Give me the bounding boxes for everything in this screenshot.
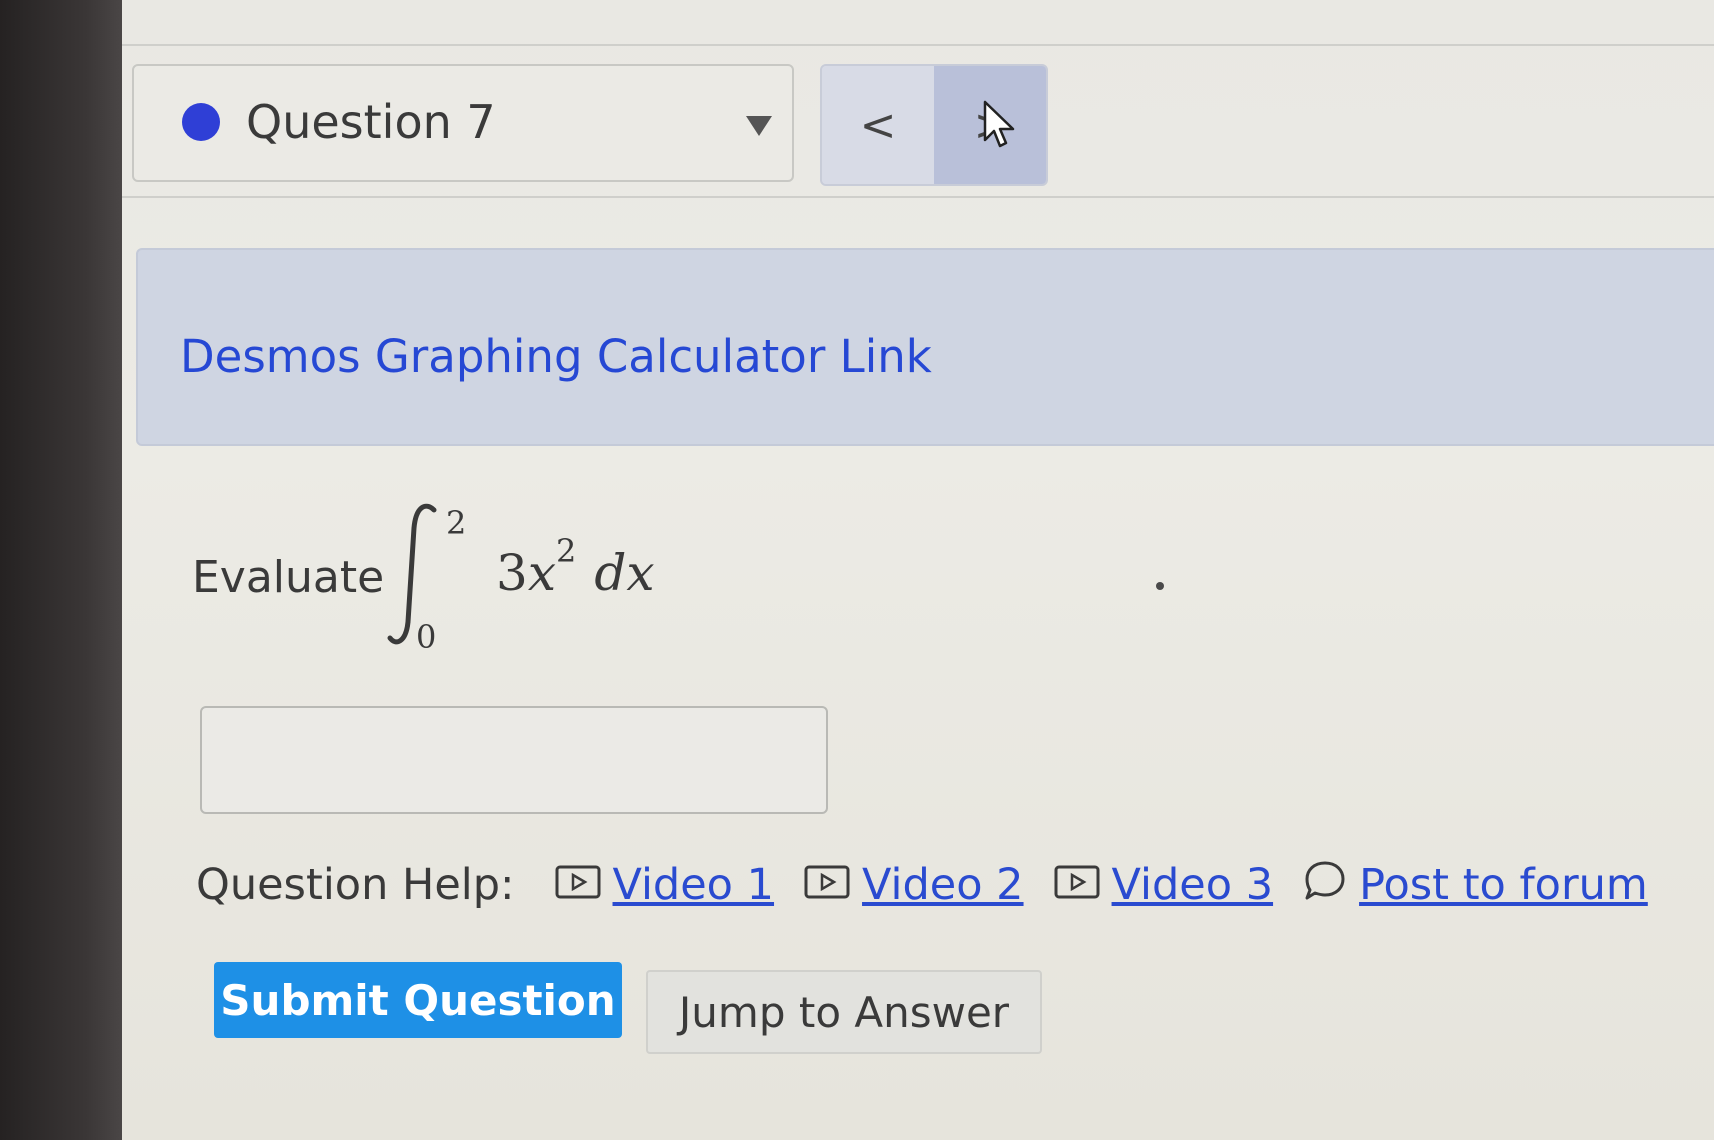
question-status-dot [182, 103, 220, 141]
speech-bubble-icon [1303, 859, 1347, 912]
integral-lower-limit: 0 [416, 618, 437, 656]
question-selector-label: Question 7 [246, 95, 496, 149]
jump-to-answer-button[interactable]: Jump to Answer [646, 970, 1042, 1054]
integrand: 3x2 dx [496, 532, 655, 602]
chevron-left-icon: < [859, 99, 897, 151]
help-video-3-link[interactable]: Video 3 [1054, 860, 1274, 910]
previous-question-button[interactable]: < [822, 66, 934, 184]
help-video-2-link[interactable]: Video 2 [804, 860, 1024, 910]
video-icon [804, 860, 850, 910]
submit-question-button[interactable]: Submit Question [214, 962, 622, 1038]
post-to-forum-link[interactable]: Post to forum [1303, 859, 1648, 912]
post-to-forum-label: Post to forum [1359, 860, 1648, 910]
integral-differential: dx [594, 544, 655, 602]
integral-upper-limit: 2 [446, 504, 467, 542]
nav-divider [122, 196, 1714, 198]
top-divider [122, 44, 1714, 46]
question-nav-buttons: < > [820, 64, 1048, 186]
desmos-calculator-link[interactable]: Desmos Graphing Calculator Link [180, 330, 932, 383]
question-help-label: Question Help: [196, 860, 515, 910]
mouse-pointer-icon [983, 100, 1015, 148]
integrand-coefficient: 3 [496, 544, 528, 602]
help-video-1-link[interactable]: Video 1 [555, 860, 775, 910]
screen-speck [1156, 582, 1164, 590]
assessment-page: Question 7 < > Desmos Graphing Calculato… [122, 0, 1714, 1140]
integral-expression: 2 0 3x2 dx [386, 500, 786, 660]
video-icon [1054, 860, 1100, 910]
resource-panel: Desmos Graphing Calculator Link [136, 248, 1714, 446]
next-question-button[interactable]: > [934, 66, 1046, 184]
help-video-1-label: Video 1 [612, 860, 775, 910]
video-icon [555, 860, 601, 910]
integrand-variable: x [527, 544, 557, 602]
problem-prompt: Evaluate [192, 552, 385, 603]
chevron-down-icon [746, 116, 772, 136]
question-help-row: Question Help: Video 1 Video 2 Video 3 P… [196, 850, 1678, 920]
help-video-2-label: Video 2 [862, 860, 1024, 910]
help-video-3-label: Video 3 [1111, 860, 1274, 910]
answer-input[interactable] [200, 706, 828, 814]
question-selector[interactable]: Question 7 [132, 64, 794, 182]
integrand-exponent: 2 [556, 532, 577, 570]
monitor-bezel [0, 0, 122, 1140]
